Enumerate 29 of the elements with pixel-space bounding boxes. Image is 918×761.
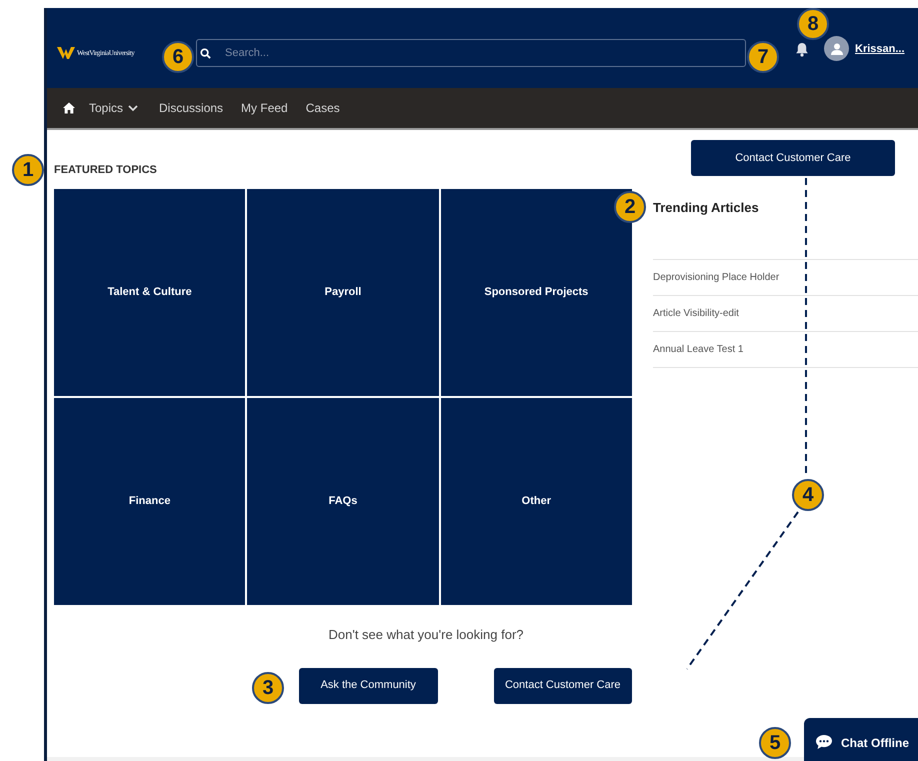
callout-badge: 1: [12, 154, 44, 186]
action-button[interactable]: Ask the Community: [299, 668, 438, 704]
article-link[interactable]: Annual Leave Test 1: [653, 342, 744, 356]
article-link[interactable]: Deprovisioning Place Holder: [653, 270, 780, 284]
topic-tile[interactable]: Payroll: [247, 189, 439, 396]
article-link[interactable]: Article Visibility-edit: [653, 306, 739, 320]
search-input[interactable]: Search...: [225, 41, 725, 65]
nav-link[interactable]: Discussions: [159, 99, 224, 117]
avatar-icon[interactable]: [824, 36, 849, 61]
chat-button[interactable]: Chat Offline: [804, 718, 918, 761]
topics-menu[interactable]: Topics: [89, 99, 138, 117]
topic-tile[interactable]: Finance: [54, 398, 246, 605]
topic-tile[interactable]: Other: [440, 398, 632, 605]
search-field[interactable]: Search...: [196, 39, 746, 67]
bell-icon[interactable]: [795, 42, 809, 57]
prompt-text: Don't see what you're looking for?: [327, 626, 525, 644]
section-title: FEATURED TOPICS: [54, 163, 158, 177]
contact-button[interactable]: Contact Customer Care: [691, 140, 895, 176]
user-name-link[interactable]: Krissan...: [855, 41, 905, 58]
trending-title: Trending Articles: [653, 199, 760, 217]
nav-link[interactable]: My Feed: [241, 99, 288, 117]
search-icon: [200, 48, 211, 58]
action-button[interactable]: Contact Customer Care: [494, 668, 632, 704]
chat-icon: [815, 734, 833, 750]
nav-link[interactable]: Cases: [306, 99, 340, 117]
topic-tile[interactable]: Talent & Culture: [54, 189, 246, 396]
chevron-icon: [128, 104, 138, 112]
home-icon[interactable]: [63, 102, 75, 114]
topic-tile[interactable]: FAQs: [247, 398, 439, 605]
